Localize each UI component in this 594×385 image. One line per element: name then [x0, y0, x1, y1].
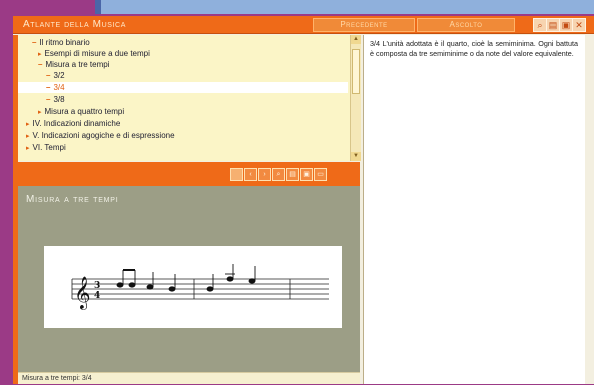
scroll-down-icon[interactable]: ▼ — [351, 152, 361, 161]
dash-icon: – — [46, 83, 51, 92]
save-icon[interactable]: ▣ — [300, 168, 313, 181]
print-icon[interactable]: ▤ — [286, 168, 299, 181]
dash-icon: – — [38, 60, 43, 69]
dash-icon: – — [46, 95, 51, 104]
arrow-right-icon: ▸ — [26, 133, 30, 140]
panel-toolbar: ‹ › ⌕ ▤ ▣ ▭ — [18, 162, 360, 186]
forward-icon[interactable]: › — [258, 168, 271, 181]
tree-item[interactable]: ▸ IV. Indicazioni dinamiche — [26, 118, 120, 129]
tree-item[interactable]: ▸ Esempi di misure a due tempi — [38, 48, 150, 59]
save-icon[interactable]: ▣ — [559, 18, 573, 32]
close-icon[interactable]: ✕ — [572, 18, 586, 32]
tree-item[interactable]: ▸ VI. Tempi — [26, 142, 66, 153]
back-icon[interactable]: ‹ — [244, 168, 257, 181]
dash-icon: – — [46, 71, 51, 80]
print-icon[interactable]: ▤ — [546, 18, 560, 32]
music-staff: 𝄞 3 4 — [71, 264, 329, 310]
title-bar: Atlante della Musica Precedente Ascolto … — [13, 16, 594, 34]
blank-icon[interactable] — [230, 168, 243, 181]
window-icon[interactable]: ▭ — [314, 168, 327, 181]
status-bar: Misura a tre tempi: 3/4 — [18, 372, 360, 384]
top-strip — [95, 0, 594, 14]
arrow-right-icon: ▸ — [26, 121, 30, 128]
arrow-right-icon: ▸ — [38, 51, 42, 58]
app-title: Atlante della Musica — [23, 19, 126, 30]
treble-clef-icon: 𝄞 — [74, 276, 91, 310]
arrow-right-icon: ▸ — [26, 145, 30, 152]
scroll-up-icon[interactable]: ▲ — [351, 35, 361, 44]
arrow-right-icon: ▸ — [38, 109, 42, 116]
description-panel: 3/4 L'unità adottata è il quarto, cioè l… — [363, 35, 585, 384]
search-icon[interactable]: ⌕ — [533, 18, 547, 32]
content-panel: Misura a tre tempi 𝄞 3 4 — [18, 186, 360, 372]
dash-icon: – — [32, 38, 37, 47]
panel-title: Misura a tre tempi — [26, 194, 119, 205]
prev-button[interactable]: Precedente — [313, 18, 415, 32]
tree-item[interactable]: ▸ V. Indicazioni agogiche e di espression… — [26, 130, 175, 141]
time-sig-bottom: 4 — [94, 291, 100, 301]
tree-scrollbar[interactable]: ▲ ▼ — [350, 35, 361, 161]
tree-item-selected[interactable]: –3/4 — [18, 82, 348, 93]
time-sig-top: 3 — [94, 281, 100, 291]
top-strip-accent — [95, 0, 101, 14]
score-image: 𝄞 3 4 — [44, 246, 342, 328]
tree-item[interactable]: –3/8 — [46, 94, 65, 105]
description-text: 3/4 L'unità adottata è il quarto, cioè l… — [370, 39, 578, 58]
search-icon[interactable]: ⌕ — [272, 168, 285, 181]
tree-item[interactable]: – Il ritmo binario — [32, 37, 90, 48]
listen-button[interactable]: Ascolto — [417, 18, 515, 32]
tree-item[interactable]: ▸ Misura a quattro tempi — [38, 106, 124, 117]
topic-tree: – Il ritmo binario ▸ Esempi di misure a du… — [18, 35, 360, 161]
tree-item[interactable]: – Misura a tre tempi — [38, 59, 109, 70]
tree-item[interactable]: –3/2 — [46, 70, 65, 81]
scroll-thumb[interactable] — [352, 49, 360, 94]
